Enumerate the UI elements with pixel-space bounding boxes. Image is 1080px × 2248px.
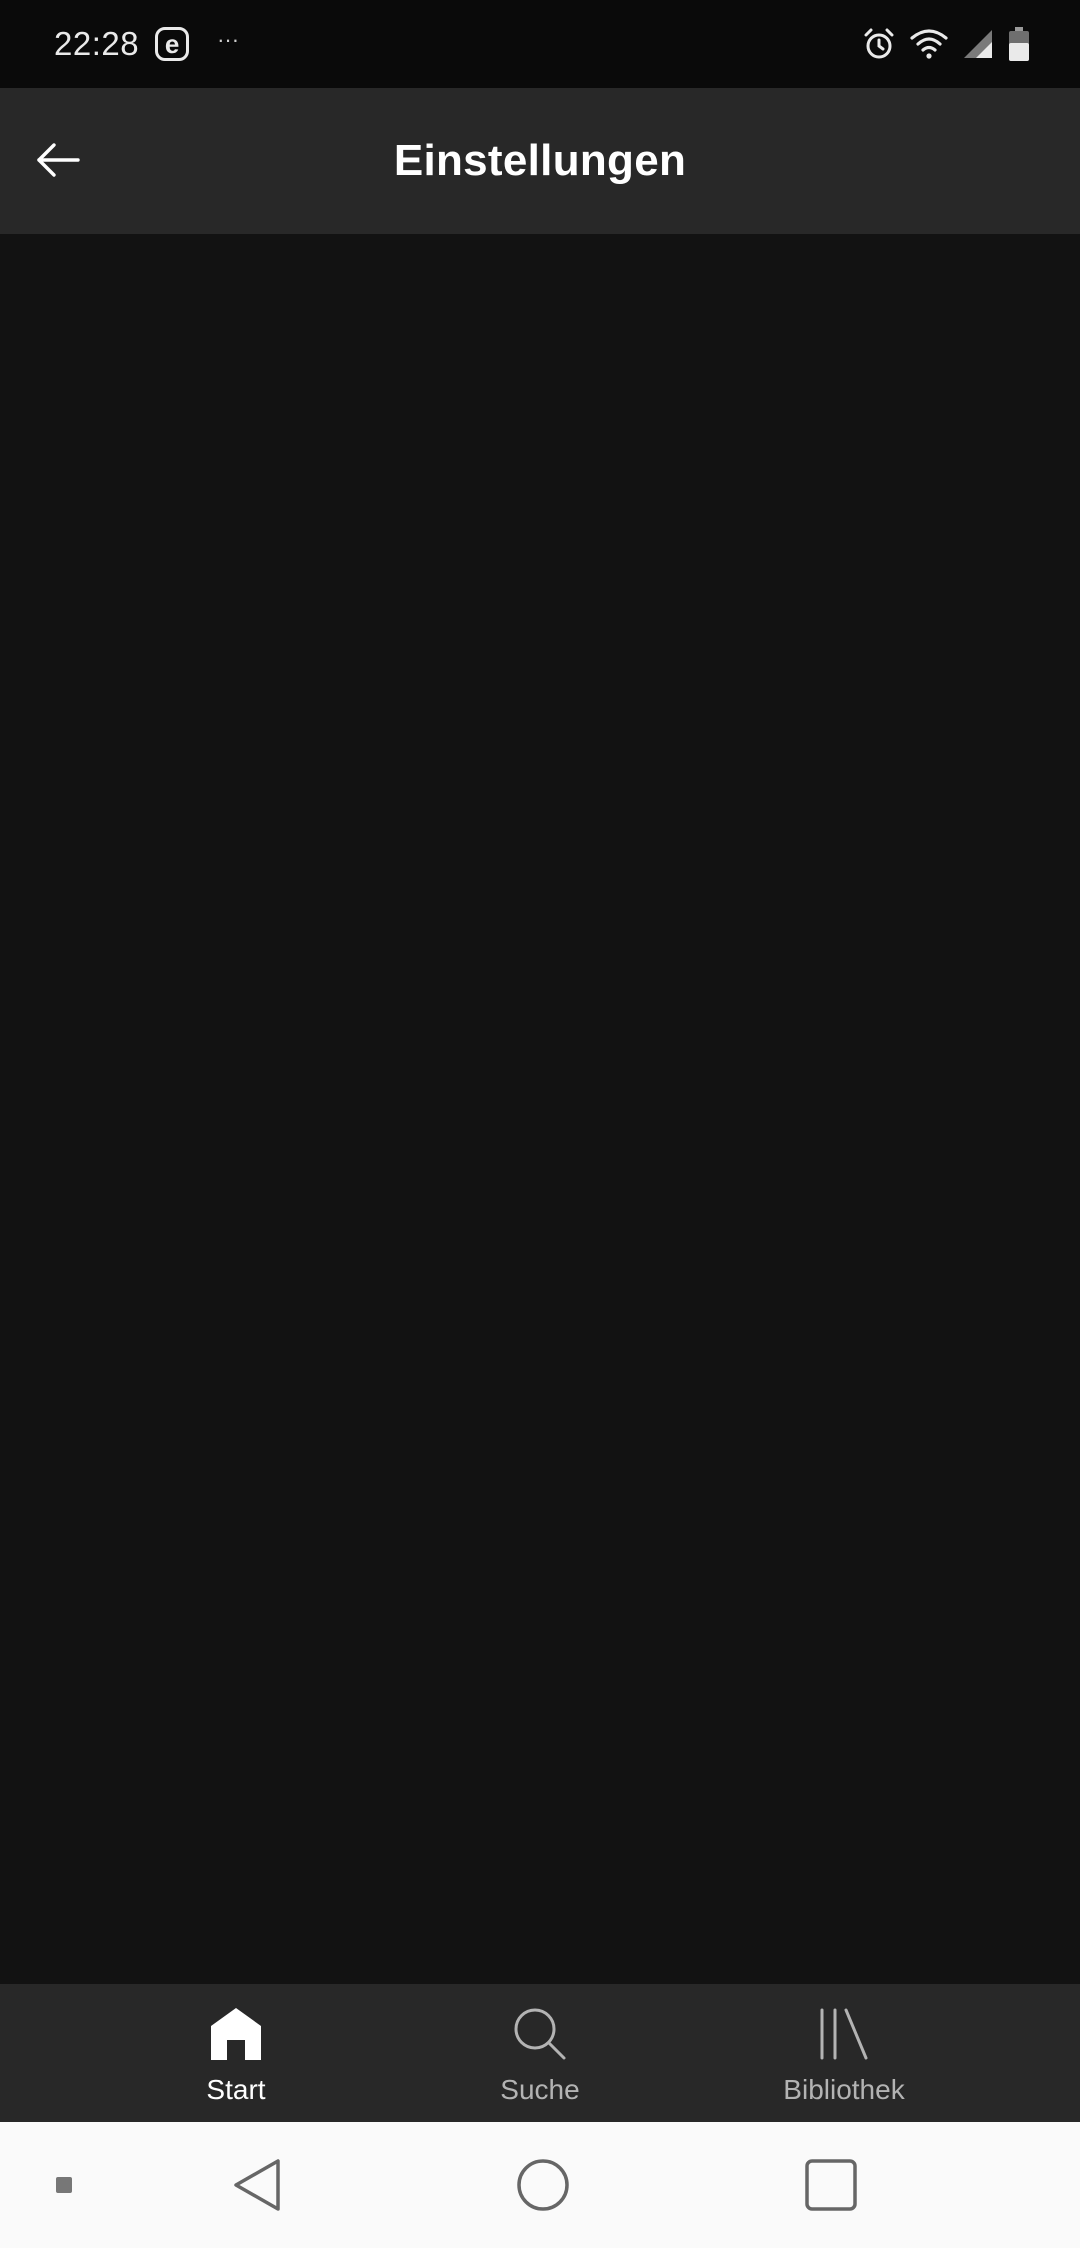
system-navigation-bar (0, 2122, 1080, 2248)
system-back-button[interactable] (216, 2122, 296, 2248)
library-icon (814, 2004, 874, 2064)
nav-label-start: Start (206, 2074, 266, 2105)
square-recents-icon (805, 2159, 857, 2211)
small-square-icon (56, 2177, 72, 2193)
home-icon (206, 2004, 266, 2064)
nav-item-bibliothek[interactable]: Bibliothek (692, 1984, 996, 2122)
cell-signal-icon (962, 28, 994, 60)
notification-e-icon: e (155, 27, 190, 61)
bottom-navigation: Start Suche Bibliothek (0, 1984, 1080, 2122)
nav-item-start[interactable]: Start (84, 1984, 388, 2122)
system-recents-button[interactable] (791, 2122, 871, 2248)
more-notifications-icon: ··· (217, 27, 240, 52)
triangle-back-icon (234, 2159, 280, 2211)
app-header: Einstellungen (0, 88, 1080, 234)
system-home-button[interactable] (503, 2122, 583, 2248)
wifi-icon (910, 28, 948, 60)
alarm-icon (862, 27, 896, 61)
status-time: 22:28 (54, 25, 140, 62)
status-left: 22:28 e ··· (54, 0, 239, 88)
page-title: Einstellungen (393, 136, 687, 185)
nav-label-suche: Suche (500, 2074, 580, 2105)
battery-icon (1008, 27, 1030, 61)
status-right (862, 0, 1030, 88)
search-icon (510, 2004, 570, 2064)
settings-screen: 22:28 e ··· Einstellungen Start Suche Bi… (0, 0, 1080, 2248)
nav-label-bibliothek: Bibliothek (783, 2074, 905, 2105)
status-bar: 22:28 e ··· (0, 0, 1080, 88)
settings-content (0, 234, 1080, 1984)
nav-item-suche[interactable]: Suche (388, 1984, 692, 2122)
circle-home-icon (517, 2159, 569, 2211)
system-indicator-button[interactable] (42, 2122, 86, 2248)
